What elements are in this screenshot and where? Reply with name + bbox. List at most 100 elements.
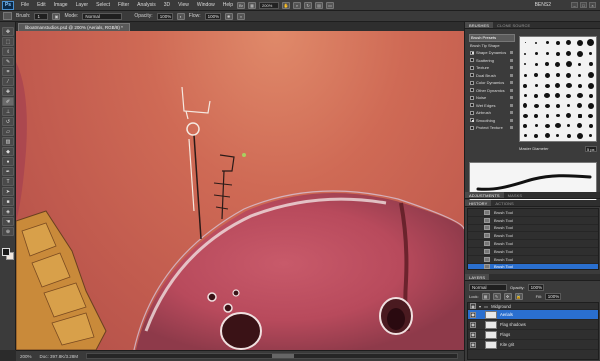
brush-tip[interactable]: [576, 39, 583, 46]
brush-tip[interactable]: [556, 134, 560, 138]
blur-tool-icon[interactable]: ◆: [2, 147, 14, 156]
brush-tip[interactable]: [577, 83, 582, 88]
healing-brush-tool-icon[interactable]: ✚: [2, 87, 14, 96]
brush-tip[interactable]: [588, 123, 593, 128]
dodge-tool-icon[interactable]: ●: [2, 157, 14, 166]
history-item[interactable]: Brush Tool: [468, 225, 598, 233]
menu-select[interactable]: Select: [92, 2, 114, 8]
layer-opacity-field[interactable]: 100%: [527, 284, 544, 291]
brush-tip[interactable]: [524, 63, 527, 66]
zoom-tool-icon[interactable]: ⌕: [293, 1, 302, 9]
brush-tip[interactable]: [566, 133, 571, 138]
minimize-icon[interactable]: –: [571, 2, 578, 8]
menu-analysis[interactable]: Analysis: [133, 2, 160, 8]
brush-tip[interactable]: [587, 102, 594, 109]
brush-tip[interactable]: [544, 123, 550, 128]
brush-tip[interactable]: [545, 41, 549, 45]
brush-option-texture[interactable]: Texture: [469, 64, 515, 72]
brush-tip[interactable]: [576, 50, 583, 57]
blend-mode-select[interactable]: Normal: [469, 284, 507, 291]
tab-actions[interactable]: ACTIONS: [491, 200, 517, 206]
brush-option-dual-brush[interactable]: Dual Brush: [469, 72, 515, 80]
brush-tip[interactable]: [566, 93, 572, 98]
lock-icon[interactable]: [510, 111, 513, 115]
brush-tip[interactable]: [544, 133, 550, 139]
eraser-tool-icon[interactable]: ▱: [2, 127, 14, 136]
menu-layer[interactable]: Layer: [72, 2, 93, 8]
brush-option-other-dynamics[interactable]: Other Dynamics: [469, 87, 515, 95]
brush-tip[interactable]: [524, 52, 527, 55]
brush-tip[interactable]: [555, 51, 560, 56]
brush-tip[interactable]: [534, 124, 538, 128]
brush-tip[interactable]: [544, 72, 550, 78]
checkbox[interactable]: [470, 80, 474, 85]
lock-icon[interactable]: [510, 66, 513, 70]
menu-window[interactable]: Window: [193, 2, 219, 8]
checkbox[interactable]: [470, 65, 474, 70]
history-item[interactable]: Brush Tool: [468, 232, 598, 241]
brush-tip[interactable]: [544, 103, 550, 108]
brush-tip[interactable]: [523, 134, 527, 138]
tab-clone-source[interactable]: CLONE SOURCE: [493, 22, 534, 28]
brush-tip[interactable]: [566, 51, 572, 57]
maximize-icon[interactable]: □: [580, 2, 587, 8]
brush-tip[interactable]: [587, 72, 594, 79]
marquee-tool-icon[interactable]: ⬚: [2, 37, 14, 46]
pressure-opacity-icon[interactable]: ◐: [176, 12, 185, 20]
menu-edit[interactable]: Edit: [33, 2, 50, 8]
brush-tip[interactable]: [576, 132, 583, 139]
brush-tip[interactable]: [589, 134, 593, 138]
brush-tip[interactable]: [534, 73, 539, 78]
airbrush-icon[interactable]: ✺: [224, 12, 233, 20]
lock-icon[interactable]: [510, 88, 513, 92]
menu-view[interactable]: View: [174, 2, 193, 8]
tab-masks[interactable]: MASKS: [504, 192, 527, 198]
brush-tip[interactable]: [578, 62, 582, 66]
brush-tip[interactable]: [567, 124, 571, 128]
layer-row-selected[interactable]: ◉ Aerials: [468, 310, 598, 320]
brush-option-airbrush[interactable]: Airbrush: [469, 109, 515, 117]
lock-pixels-icon[interactable]: ✎: [492, 293, 501, 300]
brush-tip[interactable]: [565, 83, 572, 89]
brush-tip[interactable]: [534, 62, 538, 66]
brush-tip[interactable]: [535, 41, 538, 44]
history-item[interactable]: Brush Tool: [468, 240, 598, 248]
brush-tip[interactable]: [566, 113, 572, 119]
brush-tip[interactable]: [566, 40, 572, 46]
visibility-eye-icon[interactable]: ◉: [470, 331, 476, 338]
brush-tip[interactable]: [523, 73, 527, 77]
tab-adjustments[interactable]: ADJUSTMENTS: [465, 192, 504, 198]
history-item[interactable]: Brush Tool: [468, 217, 598, 225]
brush-tip[interactable]: [544, 83, 550, 88]
checkbox[interactable]: [470, 58, 474, 63]
brush-tip[interactable]: [576, 93, 583, 99]
visibility-eye-icon[interactable]: ◉: [470, 303, 476, 309]
layer-row[interactable]: ◉ Flag shadows: [468, 320, 598, 330]
menu-image[interactable]: Image: [50, 2, 72, 8]
tab-brushes[interactable]: BRUSHES: [465, 22, 494, 28]
flow-field[interactable]: 100%: [204, 12, 221, 20]
bridge-icon[interactable]: Br: [237, 1, 246, 9]
lasso-tool-icon[interactable]: ℓ: [2, 47, 14, 56]
lock-icon[interactable]: [510, 118, 513, 122]
history-brush-tool-icon[interactable]: ↺: [2, 117, 14, 126]
checkbox[interactable]: [470, 118, 474, 123]
brush-tip[interactable]: [534, 52, 538, 56]
brush-tip[interactable]: [523, 94, 527, 98]
menu-filter[interactable]: Filter: [114, 2, 133, 8]
brush-tip[interactable]: [523, 123, 528, 128]
brush-tip[interactable]: [555, 40, 560, 45]
brush-tip[interactable]: [534, 133, 539, 138]
lock-position-icon[interactable]: ✥: [503, 293, 512, 300]
master-diameter-field[interactable]: 5 px: [585, 146, 597, 152]
brush-option-noise[interactable]: Noise: [469, 94, 515, 102]
brush-presets-button[interactable]: Brush Presets: [469, 34, 515, 42]
brush-tip[interactable]: [555, 103, 560, 108]
zoom-tool-icon[interactable]: ⊕: [2, 227, 14, 236]
brush-tip[interactable]: [578, 73, 582, 77]
checkbox[interactable]: [470, 73, 474, 78]
brush-option-color-dynamics[interactable]: Color Dynamics: [469, 79, 515, 87]
brush-option-protect-texture[interactable]: Protect Texture: [469, 124, 515, 132]
arrange-documents-icon[interactable]: ▤: [315, 1, 324, 9]
lock-icon[interactable]: [510, 51, 513, 55]
